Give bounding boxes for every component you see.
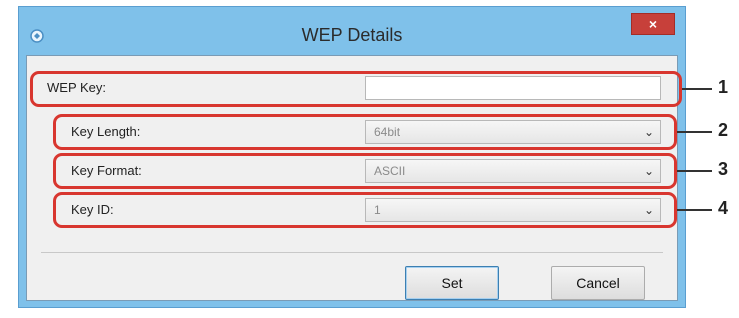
- callout-line-4: [677, 209, 712, 211]
- title-bar: WEP Details ×: [19, 7, 685, 55]
- highlight-wep-key: [30, 71, 682, 107]
- window-title: WEP Details: [301, 25, 403, 45]
- callout-4: 4: [718, 198, 729, 218]
- callout-1: 1: [718, 77, 729, 97]
- separator: [41, 252, 663, 253]
- cancel-button[interactable]: Cancel: [551, 266, 645, 300]
- close-button[interactable]: ×: [631, 13, 675, 35]
- set-button[interactable]: Set: [405, 266, 499, 300]
- callout-line-3: [677, 170, 712, 172]
- callout-line-1: [682, 88, 712, 90]
- callout-3: 3: [718, 159, 729, 179]
- callout-line-2: [677, 131, 712, 133]
- highlight-key-length: [53, 114, 677, 150]
- close-icon: ×: [648, 16, 658, 32]
- highlight-key-format: [53, 153, 677, 189]
- callout-2: 2: [718, 120, 729, 140]
- highlight-key-id: [53, 192, 677, 228]
